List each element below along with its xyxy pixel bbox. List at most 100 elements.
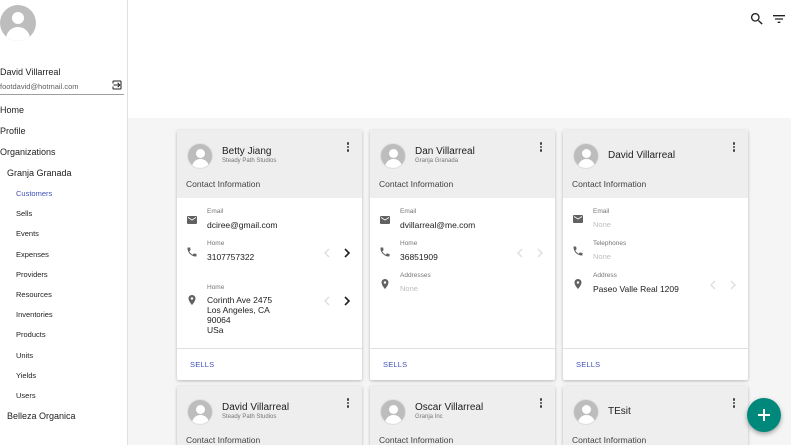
sidebar: David Villarreal footdavid@hotmail.com H…: [0, 0, 128, 445]
nav-customers[interactable]: Customers: [0, 184, 127, 204]
customer-avatar: [187, 143, 213, 169]
email-icon: [380, 216, 390, 224]
email-label: Email: [400, 208, 417, 215]
customer-avatar: [380, 143, 406, 169]
nav-expenses[interactable]: Expenses: [0, 245, 127, 265]
more-vert-icon[interactable]: [344, 397, 352, 411]
customer-avatar: [187, 399, 213, 425]
chevron-right-icon[interactable]: [729, 280, 737, 290]
nav-profile[interactable]: Profile: [0, 121, 127, 142]
phone-value: None: [593, 252, 611, 261]
card-footer: SELLS: [563, 348, 748, 380]
chevron-left-icon[interactable]: [323, 248, 331, 258]
nav-products[interactable]: Products: [0, 325, 127, 345]
card-footer: SELLS: [370, 348, 555, 380]
phone-label: Home: [400, 240, 418, 247]
contact-information-label: Contact Information: [379, 179, 454, 189]
add-customer-button[interactable]: [747, 398, 781, 432]
nav-home[interactable]: Home: [0, 100, 127, 121]
card-footer: SELLS: [177, 348, 362, 380]
customer-avatar: [380, 399, 406, 425]
customer-avatar: [573, 143, 599, 169]
contact-information-label: Contact Information: [186, 179, 261, 189]
customer-card: Betty Jiang Steady Path Studios Contact …: [177, 130, 362, 380]
customer-card: David Villarreal Steady Path Studios Con…: [177, 386, 362, 445]
customer-card: Oscar Villarreal Granja Inc Contact Info…: [370, 386, 555, 445]
address-value: None: [400, 284, 418, 293]
card-header: David Villarreal Steady Path Studios Con…: [177, 386, 362, 445]
nav-events[interactable]: Events: [0, 224, 127, 244]
nav-yields[interactable]: Yields: [0, 366, 127, 386]
filter-icon[interactable]: [771, 11, 787, 27]
phone-value: 36851909: [400, 252, 438, 262]
phone-label: Telephones: [593, 240, 627, 247]
more-vert-icon[interactable]: [537, 141, 545, 155]
location-pin-icon: [188, 295, 196, 305]
phone-icon: [187, 247, 197, 257]
card-body: Email None Telephones None Address Paseo…: [563, 198, 748, 348]
location-pin-icon: [574, 279, 582, 289]
sells-button[interactable]: SELLS: [383, 360, 407, 369]
email-label: Email: [593, 208, 610, 215]
more-vert-icon[interactable]: [730, 141, 738, 155]
customer-name: Dan Villarreal: [415, 146, 475, 157]
card-header: Betty Jiang Steady Path Studios Contact …: [177, 130, 362, 198]
logout-icon[interactable]: [111, 79, 123, 91]
chevron-left-icon[interactable]: [323, 296, 331, 306]
customer-company: Steady Path Studios: [222, 414, 277, 420]
more-vert-icon[interactable]: [537, 397, 545, 411]
customer-card: David Villarreal Contact Information Ema…: [563, 130, 748, 380]
search-icon[interactable]: [749, 11, 765, 27]
nav-users[interactable]: Users: [0, 386, 127, 406]
nav-inventories[interactable]: Inventories: [0, 305, 127, 325]
email-icon: [573, 215, 583, 223]
customer-card: Dan Villarreal Granja Granada Contact In…: [370, 130, 555, 380]
address-label: Addresses: [400, 272, 431, 279]
nav-units[interactable]: Units: [0, 346, 127, 366]
email-icon: [187, 216, 197, 224]
customer-company: Steady Path Studios: [222, 158, 277, 164]
customer-name: TEsit: [608, 406, 631, 417]
chevron-right-icon[interactable]: [343, 248, 351, 258]
customer-company: Granja Inc: [415, 414, 443, 420]
customer-card: TEsit Contact Information: [563, 386, 748, 445]
nav-resources[interactable]: Resources: [0, 285, 127, 305]
top-bar: [128, 0, 791, 118]
card-header: Dan Villarreal Granja Granada Contact In…: [370, 130, 555, 198]
card-body: Email dciree@gmail.com Home 3107757322 H…: [177, 198, 362, 348]
chevron-right-icon[interactable]: [536, 248, 544, 258]
card-header: David Villarreal Contact Information: [563, 130, 748, 198]
chevron-left-icon[interactable]: [709, 280, 717, 290]
nav-sells[interactable]: Sells: [0, 204, 127, 224]
address-label: Home: [207, 284, 225, 291]
nav-providers[interactable]: Providers: [0, 265, 127, 285]
nav-organizations[interactable]: Organizations: [0, 142, 127, 163]
card-body: Email dvillarreal@me.com Home 36851909 A…: [370, 198, 555, 348]
user-email: footdavid@hotmail.com: [0, 82, 79, 91]
user-divider: [0, 94, 124, 95]
contact-information-label: Contact Information: [379, 435, 454, 445]
chevron-right-icon[interactable]: [343, 296, 351, 306]
email-value: None: [593, 220, 611, 229]
contact-information-label: Contact Information: [572, 435, 647, 445]
chevron-left-icon[interactable]: [516, 248, 524, 258]
more-vert-icon[interactable]: [730, 397, 738, 411]
customer-company: Granja Granada: [415, 158, 459, 164]
customer-name: David Villarreal: [608, 150, 676, 161]
card-header: Oscar Villarreal Granja Inc Contact Info…: [370, 386, 555, 445]
location-pin-icon: [381, 279, 389, 289]
nav-org-granja-granada[interactable]: Granja Granada: [0, 163, 127, 184]
address-line-2: Los Angeles, CA: [207, 305, 270, 315]
user-avatar[interactable]: [0, 5, 36, 41]
phone-icon: [380, 247, 390, 257]
sells-button[interactable]: SELLS: [576, 360, 600, 369]
contact-information-label: Contact Information: [572, 179, 647, 189]
nav-org-belleza-organica[interactable]: Belleza Organica: [0, 406, 127, 427]
address-line-3: 90064: [207, 315, 231, 325]
phone-label: Home: [207, 240, 225, 247]
plus-icon-vertical: [763, 409, 765, 421]
sells-button[interactable]: SELLS: [190, 360, 214, 369]
contact-information-label: Contact Information: [186, 435, 261, 445]
more-vert-icon[interactable]: [344, 141, 352, 155]
phone-icon: [573, 246, 583, 256]
